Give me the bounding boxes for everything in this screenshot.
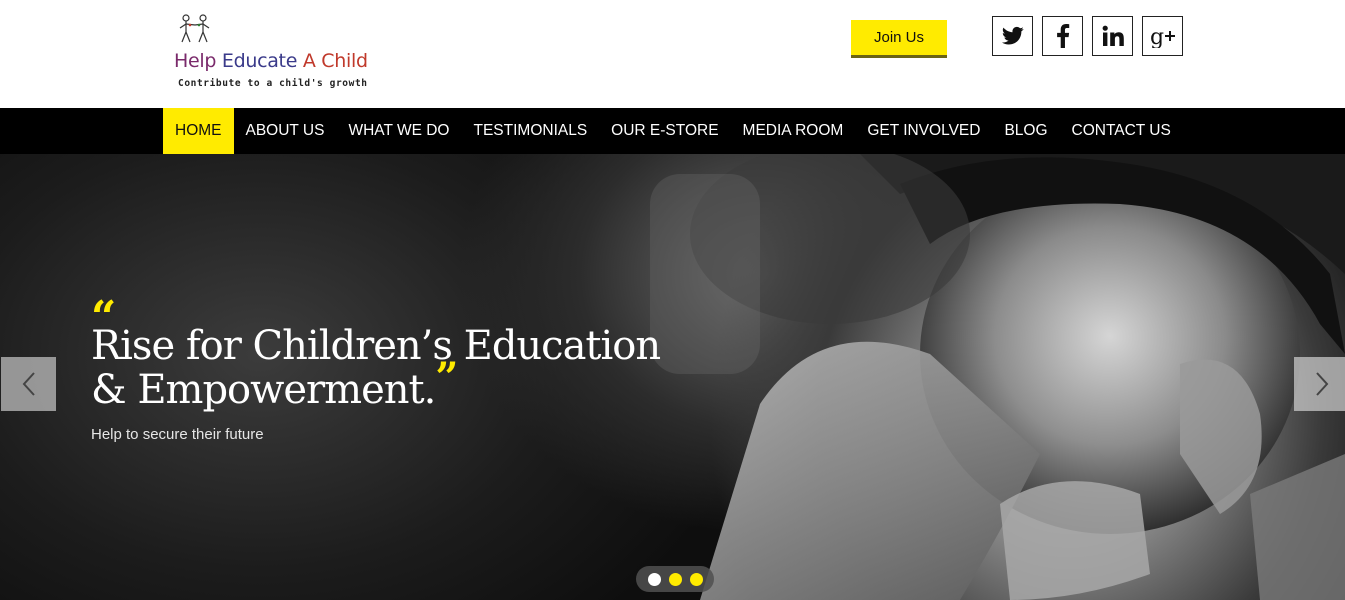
facebook-icon <box>1056 24 1069 48</box>
nav-item-blog[interactable]: BLOG <box>992 108 1059 154</box>
twitter-icon <box>1001 26 1024 45</box>
logo-title: Help Educate A Child <box>174 50 368 72</box>
nav-item-testimonials[interactable]: TESTIMONIALS <box>461 108 599 154</box>
google-plus-link[interactable]: g <box>1142 16 1183 56</box>
nav-menu: HOME ABOUT US WHAT WE DO TESTIMONIALS OU… <box>163 108 1183 154</box>
site-logo[interactable]: Help Educate A Child Contribute to a chi… <box>174 14 368 98</box>
nav-item-about-us[interactable]: ABOUT US <box>234 108 337 154</box>
hero-headline: Rise for Children’s Education & Empowerm… <box>91 323 661 413</box>
nav-item-get-involved[interactable]: GET INVOLVED <box>855 108 992 154</box>
chevron-right-icon <box>1315 372 1328 396</box>
hero-headline-line1: Rise for Children’s Education <box>91 323 661 369</box>
nav-item-contact-us[interactable]: CONTACT US <box>1060 108 1183 154</box>
hero-slider: “ Rise for Children’s Education & Empowe… <box>0 154 1345 600</box>
main-navigation: HOME ABOUT US WHAT WE DO TESTIMONIALS OU… <box>0 108 1345 154</box>
slider-next-button[interactable] <box>1294 357 1345 411</box>
nav-item-our-e-store[interactable]: OUR E-STORE <box>599 108 730 154</box>
nav-item-media-room[interactable]: MEDIA ROOM <box>731 108 856 154</box>
join-us-button[interactable]: Join Us <box>851 20 947 58</box>
site-header: Help Educate A Child Contribute to a chi… <box>0 0 1345 108</box>
nav-item-home[interactable]: HOME <box>163 108 234 154</box>
slider-dot-3[interactable] <box>689 572 703 586</box>
google-plus-icon: g <box>1150 25 1175 48</box>
linkedin-link[interactable] <box>1092 16 1133 56</box>
logo-title-part: A Child <box>302 50 368 72</box>
hero-headline-line2-text: & Empowerment. <box>91 367 436 413</box>
svg-text:g: g <box>1150 25 1164 48</box>
linkedin-icon <box>1102 25 1124 46</box>
quote-close-mark: ” <box>435 354 458 401</box>
twitter-link[interactable] <box>992 16 1033 56</box>
slider-pagination <box>636 566 714 592</box>
chevron-left-icon <box>22 372 35 396</box>
children-figures-icon <box>179 14 210 43</box>
logo-tagline: Contribute to a child's growth <box>178 78 368 89</box>
logo-title-part: Help <box>174 50 222 72</box>
slider-prev-button[interactable] <box>1 357 56 411</box>
hero-headline-line2: & Empowerment.” <box>91 356 660 413</box>
slider-dot-1[interactable] <box>647 572 661 586</box>
hero-subline: Help to secure their future <box>91 426 264 443</box>
facebook-link[interactable] <box>1042 16 1083 56</box>
logo-title-part: Educate <box>221 50 303 72</box>
nav-item-what-we-do[interactable]: WHAT WE DO <box>336 108 461 154</box>
slider-dot-2[interactable] <box>668 572 682 586</box>
